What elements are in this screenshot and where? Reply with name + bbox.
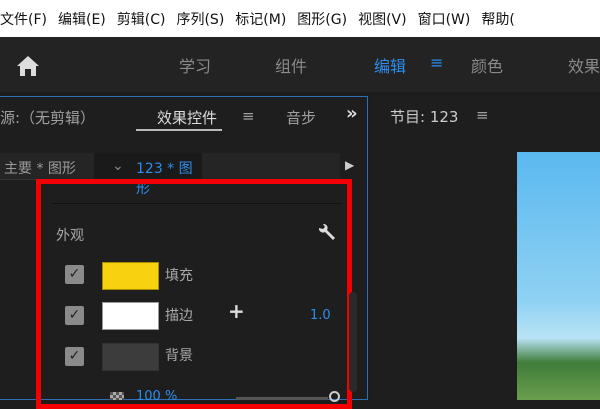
- clip-selector: 主要 * 图形 ⌄ 123 * 图形 ▶: [0, 153, 354, 197]
- scrollbar[interactable]: [349, 292, 357, 392]
- overflow-icon[interactable]: »: [346, 103, 358, 124]
- menu-clip[interactable]: 剪辑(C): [117, 9, 166, 29]
- active-tab-underline: [136, 129, 222, 131]
- menu-window[interactable]: 窗口(W): [418, 9, 471, 29]
- program-menu-icon[interactable]: ≡: [476, 106, 489, 124]
- fill-checkbox[interactable]: ✓: [65, 265, 84, 284]
- chevron-down-icon[interactable]: ⌄: [112, 158, 124, 174]
- workspace-menu-icon[interactable]: ≡: [430, 53, 443, 72]
- tab-source[interactable]: 源:（无剪辑）: [0, 107, 95, 128]
- fill-label: 填充: [165, 268, 193, 284]
- menu-file[interactable]: 文件(F): [0, 9, 47, 29]
- opacity-icon: [110, 392, 124, 400]
- add-stroke-icon[interactable]: +: [228, 299, 245, 323]
- menu-sequence[interactable]: 序列(S): [176, 9, 224, 29]
- background-label: 背景: [165, 348, 193, 364]
- play-icon[interactable]: ▶: [345, 158, 354, 172]
- current-clip[interactable]: ⌄ 123 * 图形: [94, 153, 202, 197]
- opacity-value[interactable]: 100 %: [136, 389, 177, 404]
- tab-effect-controls[interactable]: 效果控件: [157, 107, 217, 128]
- menu-markers[interactable]: 标记(M): [235, 9, 286, 29]
- workspace-effects[interactable]: 效果: [568, 53, 600, 77]
- workspace-editing[interactable]: 编辑: [374, 53, 406, 77]
- stroke-color-swatch[interactable]: [102, 302, 159, 330]
- menu-graphics[interactable]: 图形(G): [297, 9, 347, 29]
- video-preview: [517, 152, 600, 400]
- menu-edit[interactable]: 编辑(E): [58, 9, 106, 29]
- stroke-width-value[interactable]: 1.0: [310, 308, 331, 323]
- workspace-learn[interactable]: 学习: [179, 53, 211, 77]
- stroke-checkbox[interactable]: ✓: [65, 306, 84, 325]
- workspace-assembly[interactable]: 组件: [275, 53, 307, 77]
- background-color-swatch[interactable]: [102, 343, 159, 371]
- master-clip[interactable]: 主要 * 图形: [4, 158, 76, 178]
- program-title: 节目: 123: [390, 108, 459, 126]
- effect-controls-panel: 源:（无剪辑） 效果控件 ≡ 音步 » 主要 * 图形 ⌄ 123 * 图形 ▶…: [0, 96, 368, 409]
- highlight-box: [36, 179, 352, 409]
- menu-help[interactable]: 帮助(: [481, 9, 514, 29]
- home-icon[interactable]: [16, 55, 40, 77]
- menu-bar: 文件(F) 编辑(E) 剪辑(C) 序列(S) 标记(M) 图形(G) 视图(V…: [0, 0, 600, 37]
- workspace-bar: 学习 组件 编辑 ≡ 颜色 效果: [0, 37, 600, 92]
- tab-audio[interactable]: 音步: [286, 107, 316, 128]
- fill-color-swatch[interactable]: [102, 262, 159, 290]
- menu-view[interactable]: 视图(V): [358, 9, 407, 29]
- stroke-label: 描边: [165, 308, 193, 324]
- opacity-slider-handle[interactable]: [329, 391, 340, 402]
- workspace-color[interactable]: 颜色: [471, 53, 503, 77]
- panel-menu-icon[interactable]: ≡: [242, 107, 255, 125]
- background-checkbox[interactable]: ✓: [65, 347, 84, 366]
